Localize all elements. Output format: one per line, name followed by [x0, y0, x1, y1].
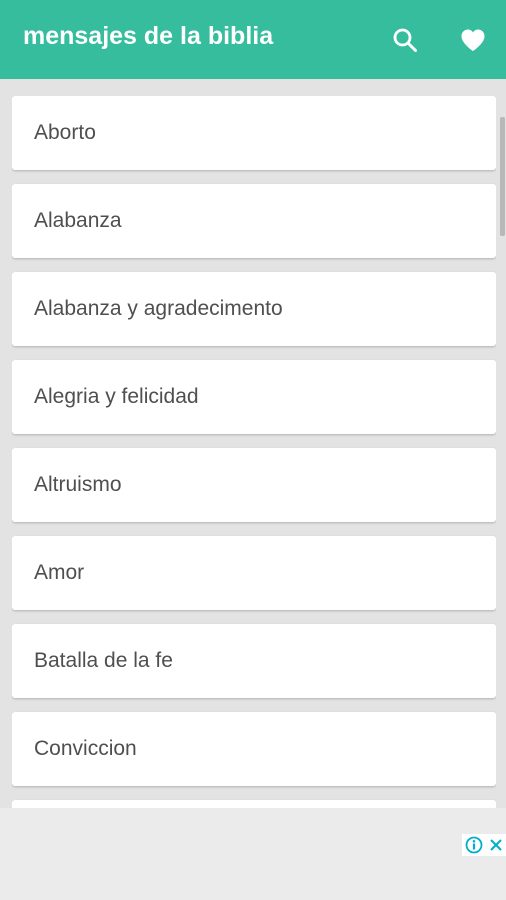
list-item-label: Alabanza y agradecimento	[34, 297, 283, 320]
app-title: mensajes de la biblia	[23, 22, 274, 50]
list-item-label: Alabanza	[34, 209, 122, 232]
favorites-button[interactable]	[455, 22, 491, 58]
app-screen: mensajes de la biblia Aborto Alabanza Al…	[0, 0, 506, 900]
ad-banner[interactable]	[0, 808, 506, 900]
list-item[interactable]: Conviccion	[12, 712, 496, 786]
list-item-label: Conviccion	[34, 737, 137, 760]
list-item-label: Aborto	[34, 121, 96, 144]
list-item-label: Amor	[34, 561, 85, 584]
list-item[interactable]: Alegria y felicidad	[12, 360, 496, 434]
list-item[interactable]: Alabanza	[12, 184, 496, 258]
info-icon[interactable]	[465, 836, 483, 854]
topics-list: Aborto Alabanza Alabanza y agradecimento…	[12, 96, 496, 808]
list-item[interactable]: Altruismo	[12, 448, 496, 522]
list-item-label: Batalla de la fe	[34, 649, 173, 672]
list-scrollbar[interactable]	[500, 117, 505, 236]
list-item-label: Alegria y felicidad	[34, 385, 199, 408]
list-item-label: Altruismo	[34, 473, 122, 496]
list-item[interactable]: Amor	[12, 536, 496, 610]
list-item[interactable]: Alabanza y agradecimento	[12, 272, 496, 346]
heart-icon	[461, 29, 485, 51]
list-item[interactable]: Aborto	[12, 96, 496, 170]
app-toolbar: mensajes de la biblia	[0, 0, 506, 79]
close-icon[interactable]	[489, 838, 503, 852]
list-item-partial[interactable]	[12, 800, 496, 808]
ad-choices[interactable]	[462, 834, 506, 856]
search-button[interactable]	[387, 22, 423, 58]
list-item[interactable]: Batalla de la fe	[12, 624, 496, 698]
search-icon	[393, 28, 417, 52]
